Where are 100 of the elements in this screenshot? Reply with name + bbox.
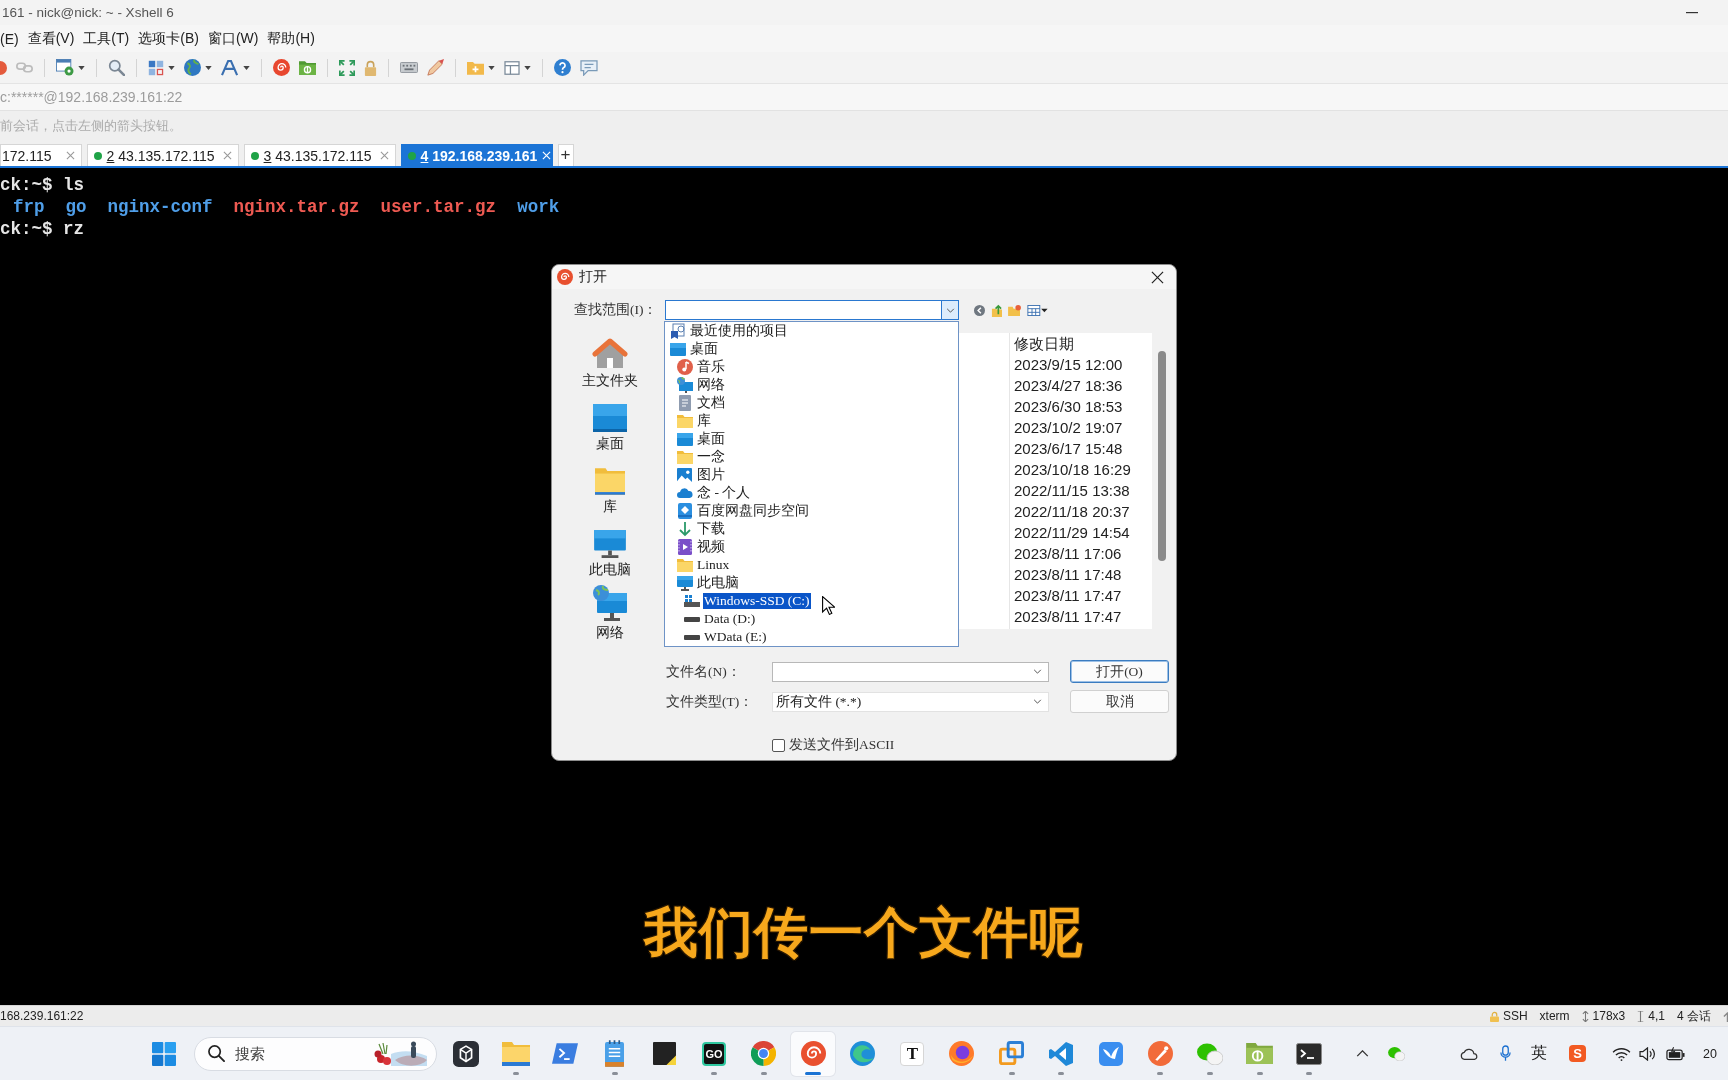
app-logo: GO — [701, 1041, 726, 1066]
swoosh-tile-icon — [1098, 1041, 1123, 1066]
keyboard-icon[interactable] — [400, 62, 418, 73]
session-tab[interactable]: 3 43.135.172.115 — [243, 144, 396, 166]
session-tab[interactable]: 2 43.135.172.115 — [86, 144, 239, 166]
fullscreen-icon[interactable] — [339, 59, 355, 76]
chat-bubbles-icon — [1196, 1042, 1223, 1065]
caret-icon[interactable] — [78, 65, 85, 70]
place-button[interactable]: 网络 — [563, 583, 656, 646]
cloud-icon[interactable] — [1460, 1047, 1480, 1060]
chevron-down-icon — [1033, 699, 1042, 704]
chat-bubbles-icon[interactable] — [1388, 1046, 1406, 1061]
chevron-down-icon — [1033, 669, 1042, 674]
location-option[interactable]: 库 — [696, 413, 712, 429]
taskbar-button[interactable]: GO — [691, 1031, 736, 1076]
checkbox-label[interactable]: 发送文件到ASCII — [789, 736, 895, 754]
field-label: 文件类型(T)： — [666, 692, 755, 711]
wifi-icon[interactable] — [1612, 1046, 1632, 1061]
close-icon[interactable] — [1151, 270, 1164, 284]
folder-app-icon[interactable] — [299, 60, 316, 75]
menu-item[interactable]: (E) — [0, 30, 19, 47]
font-icon[interactable] — [221, 59, 239, 76]
table-cell-text: 2023/8/11 17:48 — [1014, 565, 1123, 585]
place-button[interactable]: 主文件夹 — [563, 331, 656, 394]
caret-icon[interactable] — [168, 65, 175, 70]
spiral-shell-icon[interactable] — [273, 59, 290, 76]
menu-item[interactable]: 查看(V) — [27, 29, 75, 48]
search-input[interactable]: 搜索 — [235, 1045, 363, 1062]
location-option[interactable]: 一念 — [696, 449, 726, 465]
terminal-text: ck:~$ ls — [0, 174, 84, 196]
search-bar[interactable]: 搜索 — [194, 1036, 437, 1071]
pen-icon[interactable] — [427, 59, 444, 76]
input-language[interactable]: 英 — [1531, 1043, 1548, 1064]
menu-item[interactable]: 窗口(W) — [207, 29, 259, 48]
file-name-field[interactable] — [772, 661, 1049, 682]
globe-icon[interactable] — [184, 59, 201, 76]
location-option[interactable]: 桌面 — [696, 431, 726, 447]
clipped-toolbar-icon[interactable] — [0, 60, 7, 75]
location-option[interactable]: 文档 — [696, 395, 726, 411]
location-option[interactable]: 桌面 — [689, 341, 719, 357]
place-button[interactable]: 此电脑 — [563, 520, 656, 583]
up-folder-icon[interactable] — [991, 303, 1002, 317]
checkbox[interactable] — [772, 738, 785, 752]
session-tab[interactable]: 4 192.168.239.161 — [400, 144, 553, 166]
search-icon[interactable] — [108, 59, 125, 76]
cube-app-icon — [453, 1040, 479, 1067]
microphone-icon[interactable] — [1500, 1045, 1512, 1062]
picture-icon — [677, 467, 692, 483]
wave-logo-icon — [850, 1041, 876, 1066]
caret-icon[interactable] — [205, 65, 212, 70]
status-text: 4,1 — [1648, 1009, 1665, 1023]
back-icon[interactable] — [974, 304, 985, 316]
terminal-icon — [1296, 1042, 1323, 1065]
location-option[interactable]: WData (E:) — [703, 629, 768, 645]
location-option[interactable]: 视频 — [696, 539, 726, 555]
monitor-icon — [676, 575, 693, 591]
dialog-button[interactable]: 打开(O) — [1070, 660, 1169, 683]
chevron-up-icon[interactable] — [1356, 1050, 1370, 1057]
help-icon[interactable] — [554, 59, 571, 76]
caret-icon[interactable] — [243, 65, 250, 70]
network-icon — [676, 377, 693, 393]
place-button[interactable]: 桌面 — [563, 394, 656, 457]
new-folder-icon[interactable] — [1008, 304, 1021, 316]
file-type-field[interactable]: 所有文件 (*.*) — [772, 691, 1049, 712]
caret-icon[interactable] — [488, 65, 495, 70]
look-in-field[interactable] — [665, 300, 959, 320]
chat-icon[interactable] — [580, 59, 598, 76]
clock-text[interactable]: 20 — [1703, 1046, 1717, 1061]
place-button[interactable]: 库 — [563, 457, 656, 520]
location-option[interactable]: Windows-SSD (C:) — [703, 593, 811, 609]
location-option[interactable]: 网络 — [696, 377, 726, 393]
caret-icon[interactable] — [524, 65, 531, 70]
minimize-icon[interactable] — [1686, 11, 1698, 14]
location-option[interactable]: 下载 — [696, 521, 726, 537]
menu-item[interactable]: 选项卡(B) — [138, 29, 199, 48]
window-gear-icon[interactable] — [56, 59, 74, 76]
dialog-button[interactable]: 取消 — [1070, 690, 1169, 713]
location-option[interactable]: 百度网盘同步空间 — [696, 503, 810, 519]
dropdown-button[interactable] — [941, 301, 958, 319]
video-icon — [677, 539, 692, 555]
location-option[interactable]: 念 - 个人 — [696, 485, 752, 501]
taskbar-button[interactable]: T — [890, 1031, 935, 1076]
lock-icon[interactable] — [364, 59, 377, 76]
view-menu-icon[interactable] — [1027, 304, 1048, 316]
location-option[interactable]: 图片 — [696, 467, 726, 483]
location-option[interactable]: 最近使用的项目 — [689, 323, 789, 339]
speaker-icon[interactable] — [1639, 1046, 1657, 1061]
new-tab-button[interactable]: + — [557, 144, 574, 166]
location-option[interactable]: Linux — [696, 557, 731, 573]
location-option[interactable]: 音乐 — [696, 359, 726, 375]
column-header[interactable]: 修改日期 — [1014, 333, 1131, 354]
menu-item[interactable]: 工具(T) — [83, 29, 130, 48]
scrollbar[interactable] — [1158, 351, 1166, 561]
battery-icon[interactable] — [1666, 1046, 1686, 1061]
session-tab[interactable]: 172.115 — [0, 144, 82, 166]
menu-item[interactable]: 帮助(H) — [267, 29, 315, 48]
squares-icon[interactable] — [148, 59, 164, 76]
location-option[interactable]: Data (D:) — [703, 611, 757, 627]
location-option[interactable]: 此电脑 — [696, 575, 740, 591]
dialog-title: 打开 — [579, 268, 607, 286]
